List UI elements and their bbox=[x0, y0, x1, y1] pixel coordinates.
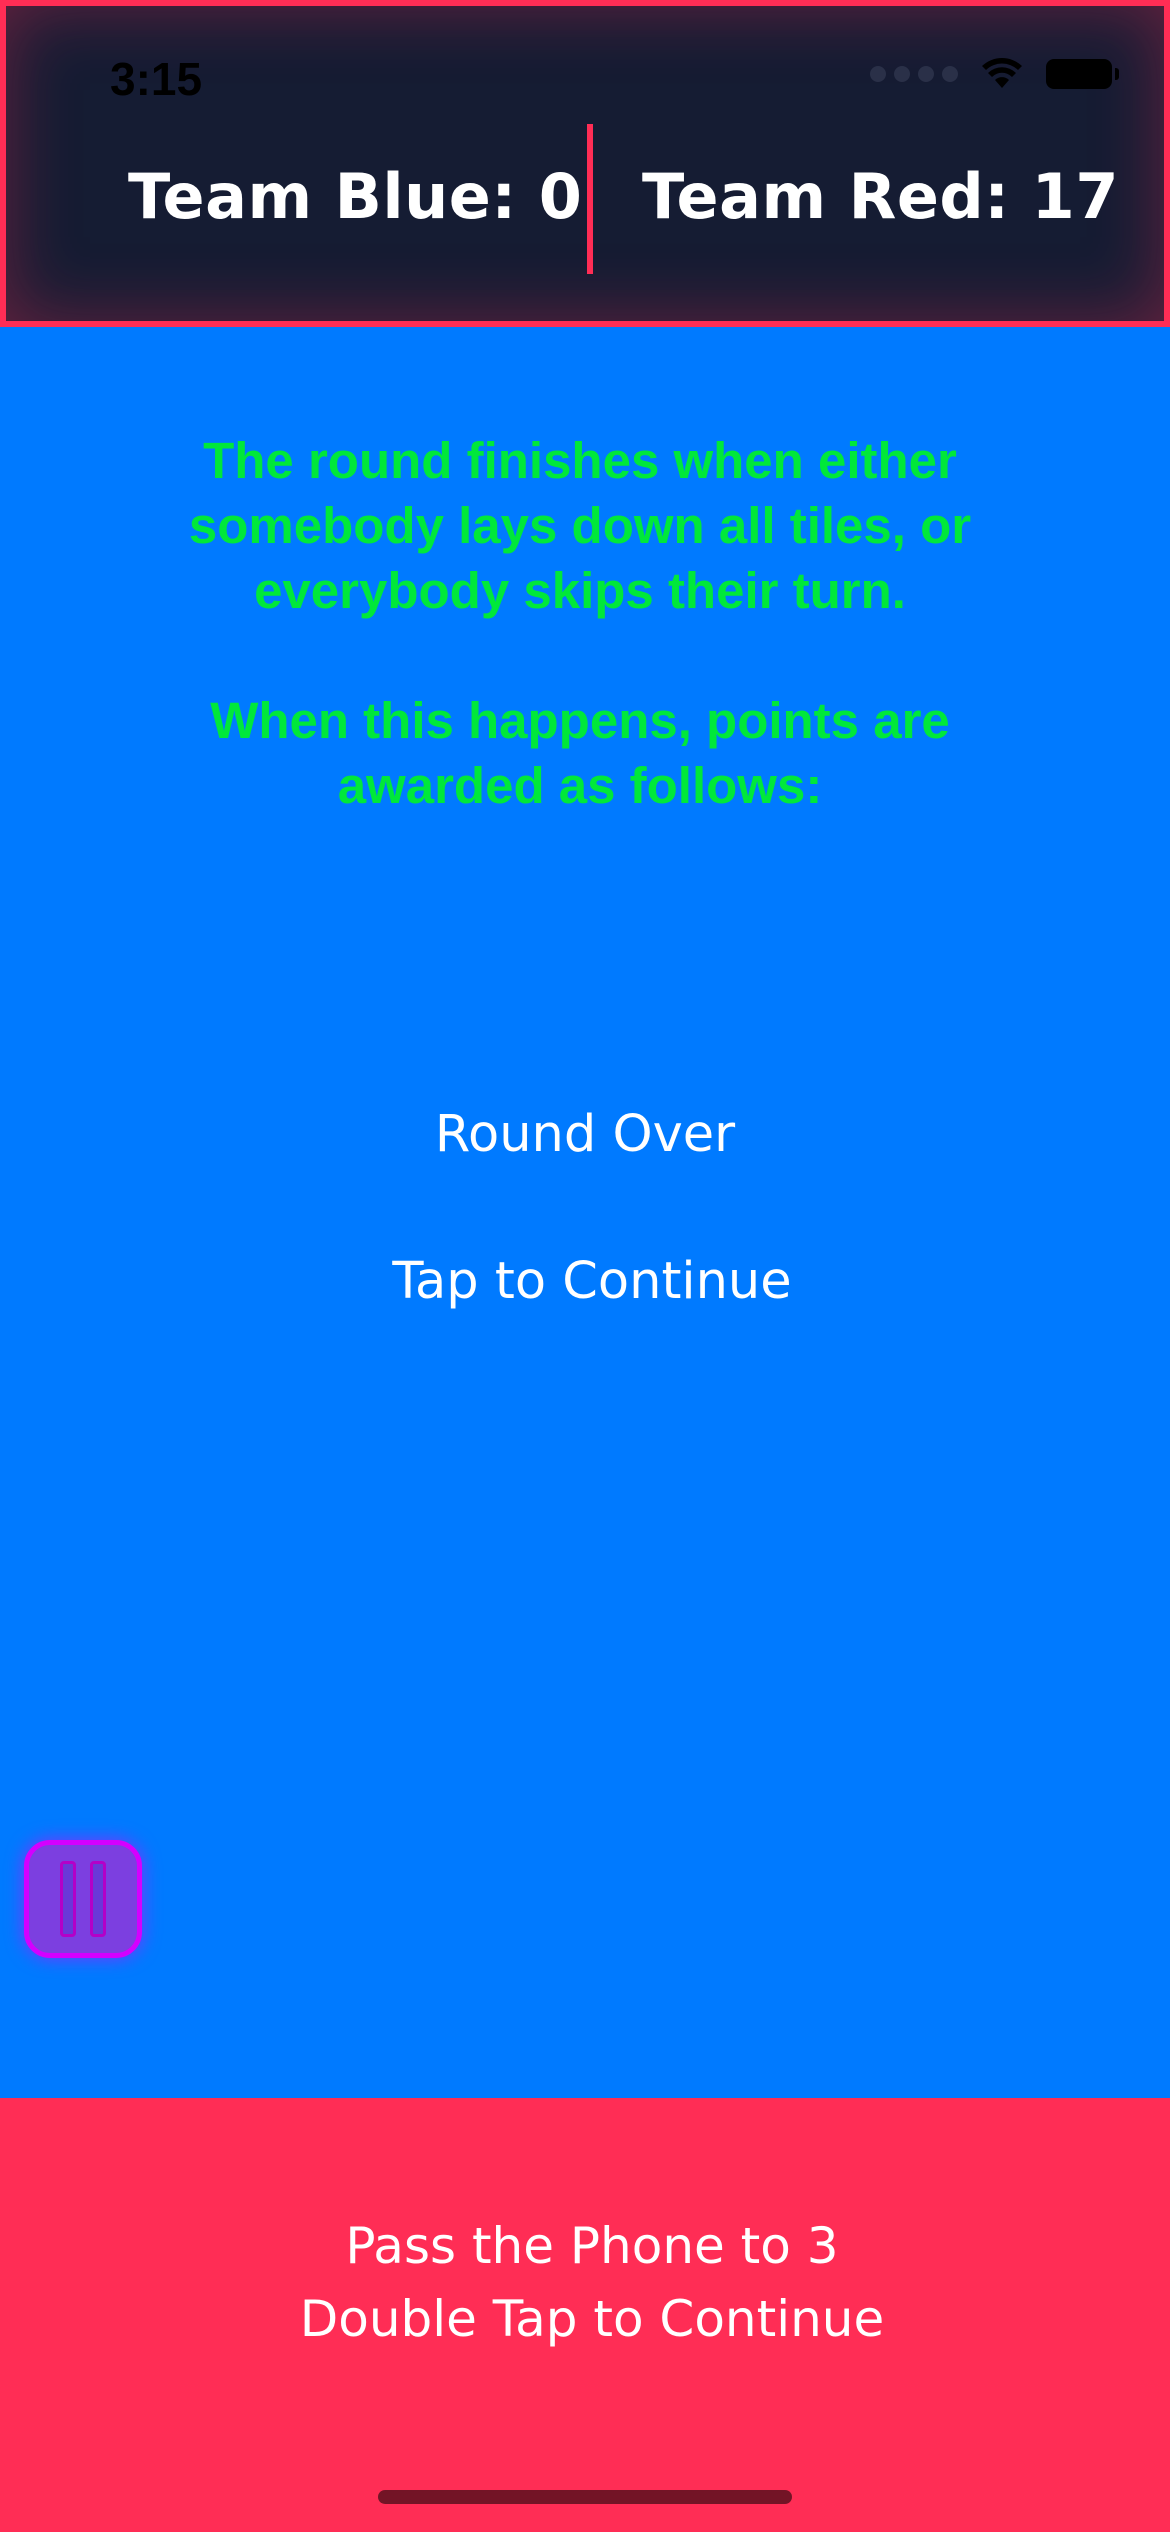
round-over-label: Round Over bbox=[434, 1105, 736, 1164]
footer-instructions: Pass the Phone to 3 Double Tap to Contin… bbox=[0, 2210, 1170, 2356]
pass-phone-label: Pass the Phone to 3 bbox=[345, 2217, 839, 2275]
tap-to-continue-button[interactable]: Tap to Continue bbox=[0, 1252, 1170, 1311]
rules-paragraph-round-end: The round finishes when either somebody … bbox=[188, 432, 972, 619]
rules-text: The round finishes when either somebody … bbox=[180, 428, 980, 818]
team-red-score: Team Red: 17 bbox=[642, 160, 1119, 233]
wifi-icon bbox=[982, 58, 1022, 90]
pause-button[interactable] bbox=[24, 1840, 142, 1958]
rules-paragraph-points: When this happens, points are awarded as… bbox=[210, 692, 950, 814]
scoreboard-header: 3:15 Team Blue: 0 Team Red: 17 bbox=[0, 0, 1170, 327]
score-divider bbox=[587, 124, 593, 274]
cellular-signal-icon bbox=[870, 66, 958, 82]
status-time: 3:15 bbox=[110, 53, 203, 105]
team-blue-score: Team Blue: 0 bbox=[128, 160, 583, 233]
status-icons bbox=[870, 58, 1119, 90]
double-tap-label: Double Tap to Continue bbox=[299, 2290, 885, 2348]
pause-icon-bar bbox=[90, 1861, 106, 1937]
pass-phone-footer[interactable]: Pass the Phone to 3 Double Tap to Contin… bbox=[0, 2098, 1170, 2532]
pause-icon bbox=[60, 1861, 76, 1937]
home-indicator bbox=[378, 2490, 792, 2504]
battery-icon bbox=[1046, 59, 1119, 89]
